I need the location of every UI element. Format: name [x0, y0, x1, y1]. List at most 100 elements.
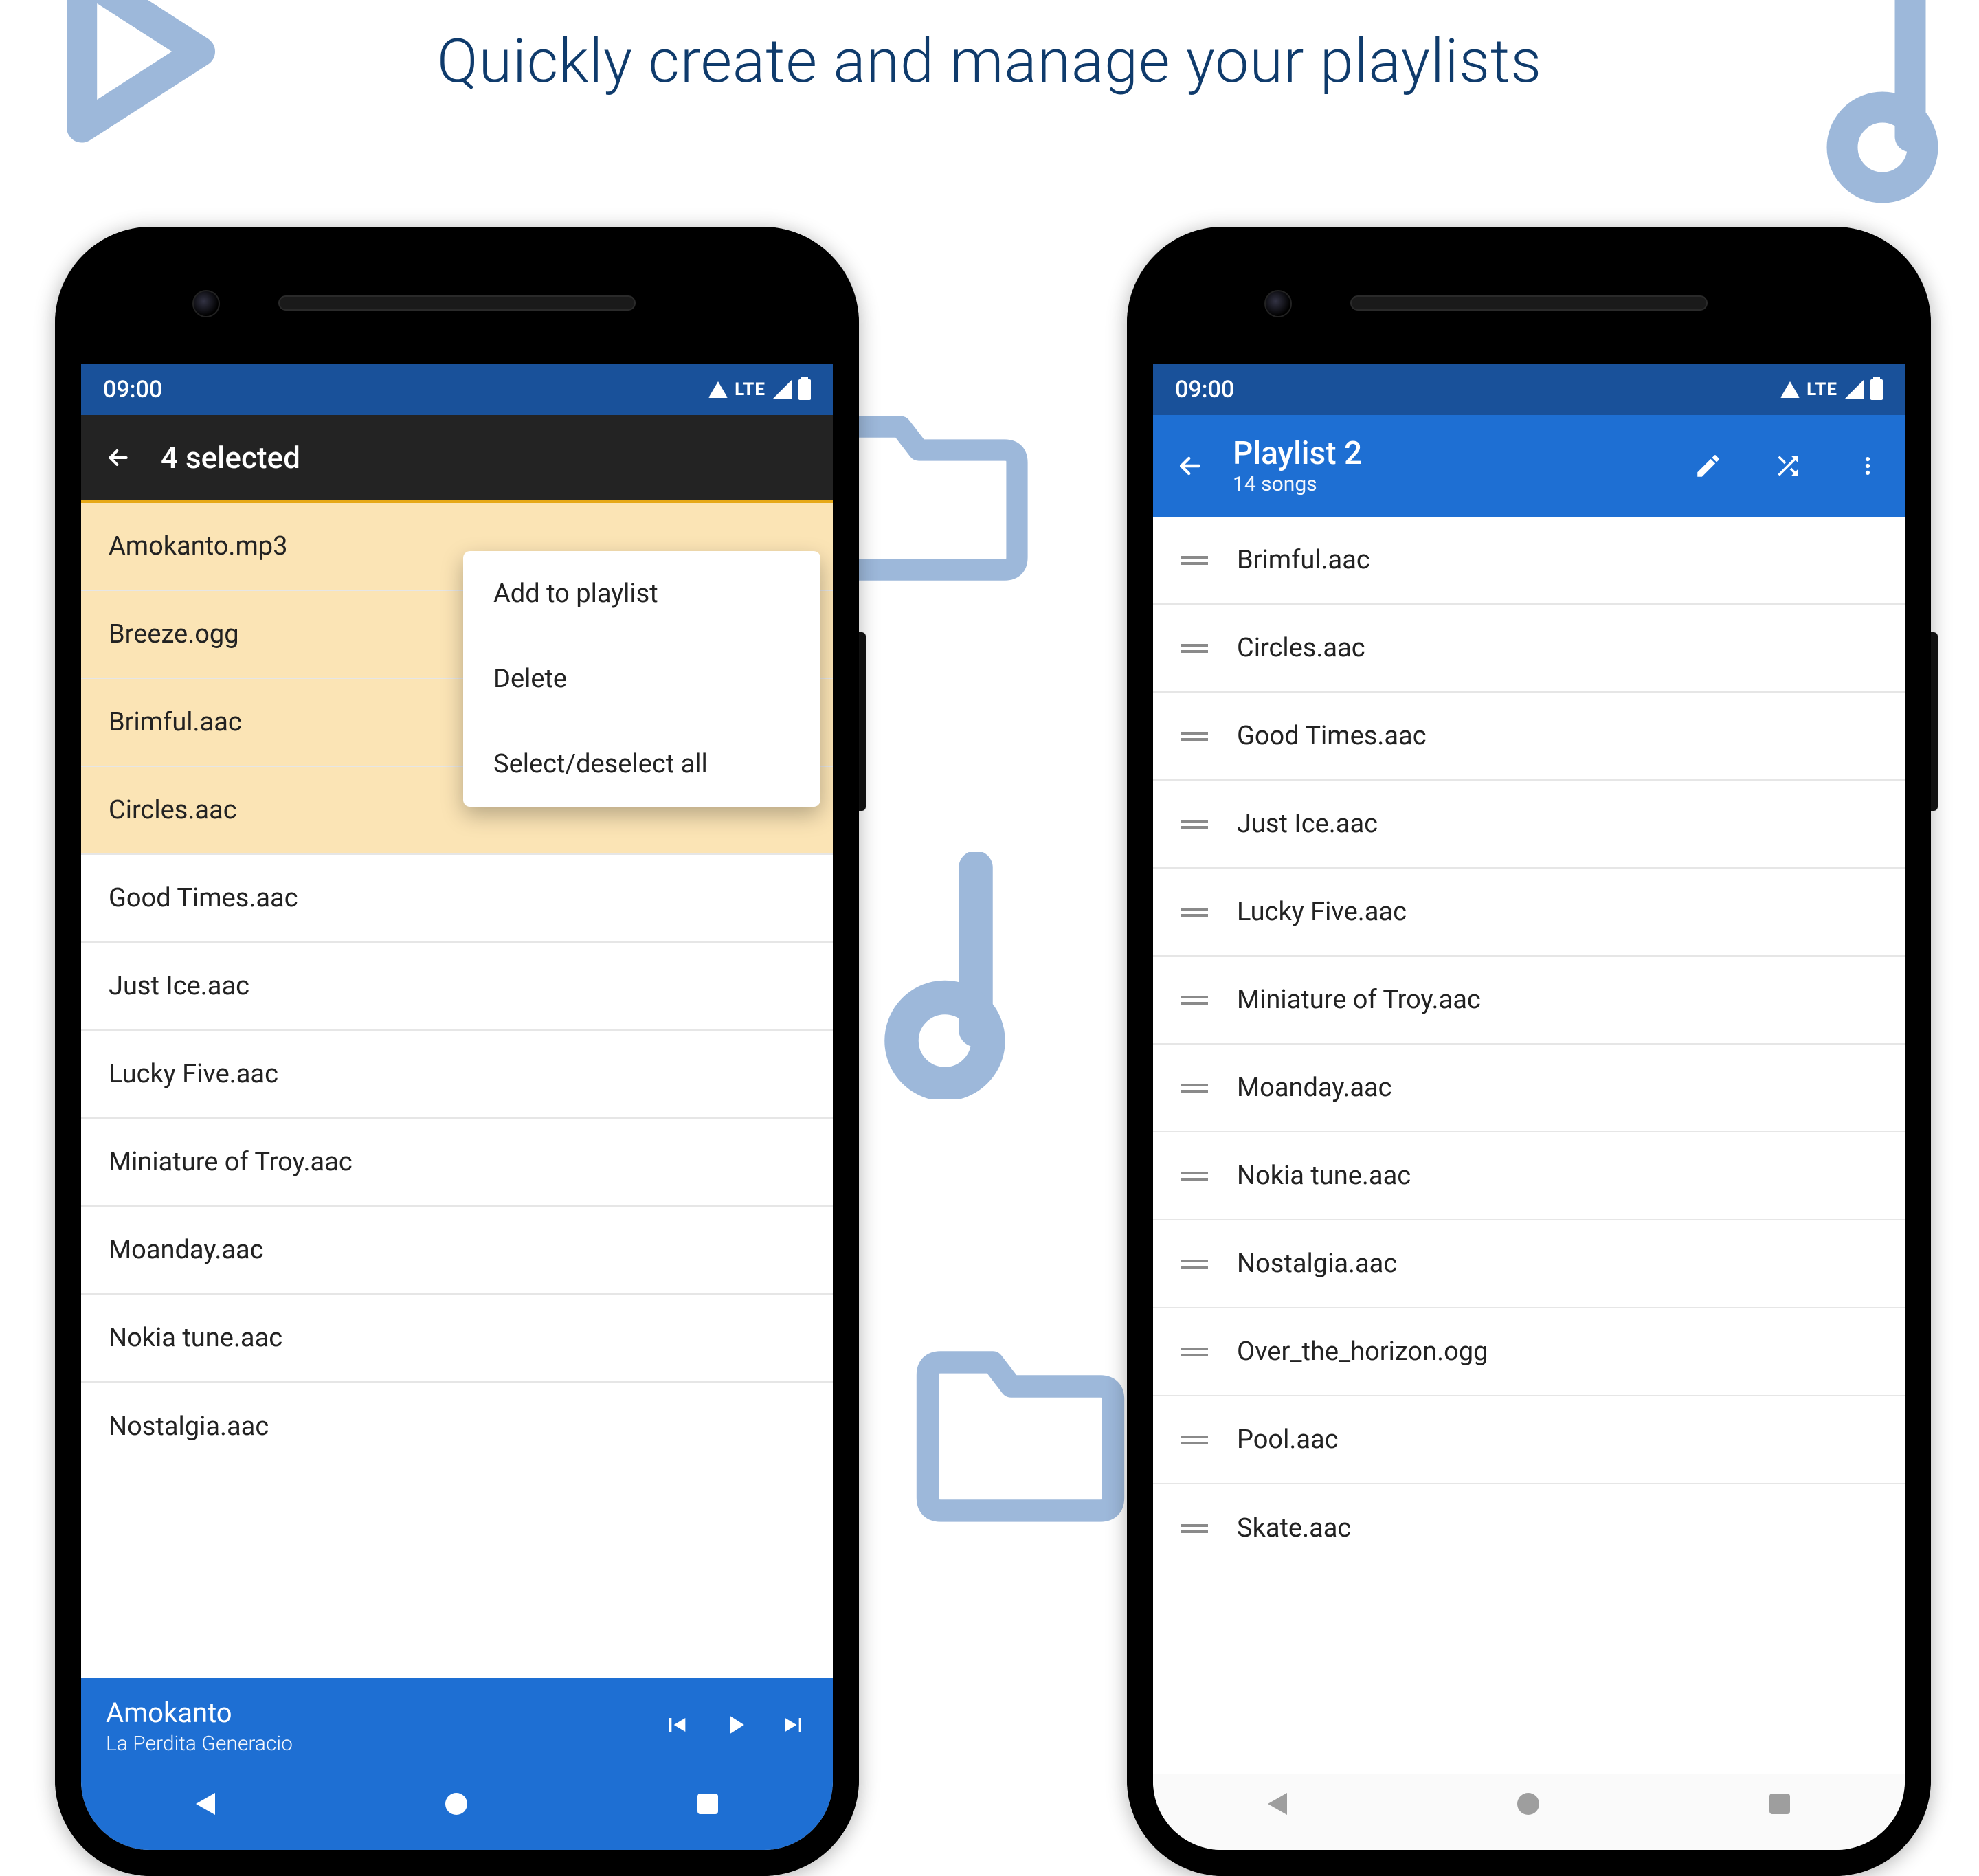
speaker-slot: [1350, 295, 1708, 311]
android-nav-bar: [81, 1774, 833, 1850]
screen-left: 09:00 LTE 4 selected Amokanto.mp3Breeze.…: [81, 364, 833, 1850]
drag-handle-icon[interactable]: [1181, 1080, 1208, 1096]
track-name: Circles.aac: [109, 795, 237, 825]
track-name: Miniature of Troy.aac: [109, 1147, 353, 1177]
network-label: LTE: [1807, 379, 1837, 400]
playlist-app-bar: Playlist 2 14 songs: [1153, 415, 1905, 517]
list-item[interactable]: Lucky Five.aac: [81, 1031, 833, 1119]
playlist-subtitle: 14 songs: [1233, 472, 1362, 496]
drag-handle-icon[interactable]: [1181, 728, 1208, 744]
drag-handle-icon[interactable]: [1181, 992, 1208, 1008]
list-item[interactable]: Good Times.aac: [81, 855, 833, 943]
list-item[interactable]: Brimful.aac: [1153, 517, 1905, 605]
prev-button[interactable]: [662, 1711, 690, 1741]
drag-handle-icon[interactable]: [1181, 1432, 1208, 1448]
nav-home-icon[interactable]: [445, 1793, 467, 1815]
track-name: Skate.aac: [1237, 1513, 1351, 1543]
music-note-icon: [866, 852, 1024, 1099]
status-time: 09:00: [103, 376, 162, 403]
status-time: 09:00: [1175, 376, 1234, 403]
status-bar: 09:00 LTE: [1153, 364, 1905, 415]
track-name: Good Times.aac: [1237, 721, 1427, 751]
drag-handle-icon[interactable]: [1181, 904, 1208, 920]
list-item[interactable]: Just Ice.aac: [1153, 781, 1905, 869]
screen-right: 09:00 LTE Playlist 2 14 songs: [1153, 364, 1905, 1850]
playlist-title: Playlist 2: [1233, 436, 1362, 472]
selection-count: 4 selected: [161, 440, 300, 476]
promo-tagline: Quickly create and manage your playlists: [0, 26, 1979, 97]
shuffle-button[interactable]: [1770, 448, 1806, 484]
network-label: LTE: [735, 379, 765, 400]
drag-handle-icon[interactable]: [1181, 1256, 1208, 1272]
nav-home-icon[interactable]: [1517, 1793, 1539, 1815]
drag-handle-icon[interactable]: [1181, 640, 1208, 656]
track-name: Nostalgia.aac: [109, 1411, 269, 1442]
track-name: Just Ice.aac: [109, 971, 249, 1001]
speaker-slot: [278, 295, 636, 311]
track-name: Miniature of Troy.aac: [1237, 985, 1481, 1015]
list-item[interactable]: Pool.aac: [1153, 1396, 1905, 1484]
list-item[interactable]: Moanday.aac: [81, 1207, 833, 1295]
track-name: Good Times.aac: [109, 883, 298, 913]
drag-handle-icon[interactable]: [1181, 816, 1208, 832]
back-button[interactable]: [1172, 448, 1208, 484]
track-name: Pool.aac: [1237, 1425, 1339, 1455]
list-item[interactable]: Circles.aac: [1153, 605, 1905, 693]
list-item[interactable]: Lucky Five.aac: [1153, 869, 1905, 957]
list-item[interactable]: Good Times.aac: [1153, 693, 1905, 781]
list-item[interactable]: Just Ice.aac: [81, 943, 833, 1031]
drag-handle-icon[interactable]: [1181, 552, 1208, 568]
wifi-icon: [708, 381, 728, 398]
track-name: Over_the_horizon.ogg: [1237, 1337, 1488, 1367]
track-name: Nokia tune.aac: [109, 1323, 282, 1353]
list-item[interactable]: Nokia tune.aac: [1153, 1132, 1905, 1220]
track-name: Brimful.aac: [1237, 545, 1370, 575]
track-name: Lucky Five.aac: [109, 1059, 278, 1089]
edit-button[interactable]: [1690, 448, 1726, 484]
menu-select-deselect-all[interactable]: Select/deselect all: [463, 722, 820, 807]
device-frame-left: 09:00 LTE 4 selected Amokanto.mp3Breeze.…: [55, 227, 859, 1876]
list-item[interactable]: Miniature of Troy.aac: [1153, 957, 1905, 1045]
drag-handle-icon[interactable]: [1181, 1168, 1208, 1184]
list-item[interactable]: Nostalgia.aac: [81, 1383, 833, 1471]
track-name: Circles.aac: [1237, 633, 1365, 663]
drag-handle-icon[interactable]: [1181, 1344, 1208, 1360]
selection-app-bar: 4 selected: [81, 415, 833, 503]
list-item[interactable]: Miniature of Troy.aac: [81, 1119, 833, 1207]
play-button[interactable]: [720, 1710, 750, 1743]
track-name: Moanday.aac: [1237, 1073, 1392, 1103]
track-name: Brimful.aac: [109, 707, 242, 737]
menu-delete[interactable]: Delete: [463, 636, 820, 722]
overflow-button[interactable]: [1850, 448, 1886, 484]
android-nav-bar: [1153, 1774, 1905, 1850]
now-playing-title: Amokanto: [106, 1697, 662, 1729]
nav-recent-icon[interactable]: [697, 1794, 718, 1814]
back-button[interactable]: [100, 440, 136, 476]
list-item[interactable]: Skate.aac: [1153, 1484, 1905, 1572]
list-item[interactable]: Over_the_horizon.ogg: [1153, 1308, 1905, 1396]
list-item[interactable]: Nostalgia.aac: [1153, 1220, 1905, 1308]
nav-back-icon[interactable]: [196, 1793, 215, 1815]
track-name: Lucky Five.aac: [1237, 897, 1407, 927]
menu-add-to-playlist[interactable]: Add to playlist: [463, 551, 820, 636]
now-playing-artist: La Perdita Generacio: [106, 1732, 662, 1756]
list-item[interactable]: Nokia tune.aac: [81, 1295, 833, 1383]
track-name: Just Ice.aac: [1237, 809, 1378, 839]
front-camera: [192, 290, 220, 317]
signal-icon: [1844, 380, 1864, 399]
device-frame-right: 09:00 LTE Playlist 2 14 songs: [1127, 227, 1931, 1876]
nav-recent-icon[interactable]: [1769, 1794, 1790, 1814]
now-playing-bar[interactable]: Amokanto La Perdita Generacio: [81, 1678, 833, 1774]
signal-icon: [772, 380, 792, 399]
battery-icon: [798, 379, 811, 400]
nav-back-icon[interactable]: [1268, 1793, 1287, 1815]
playlist-track-list[interactable]: Brimful.aac Circles.aac Good Times.aac Just…: [1153, 517, 1905, 1774]
track-name: Nostalgia.aac: [1237, 1249, 1397, 1279]
front-camera: [1264, 290, 1292, 317]
next-button[interactable]: [781, 1711, 808, 1741]
drag-handle-icon[interactable]: [1181, 1521, 1208, 1537]
list-item[interactable]: Moanday.aac: [1153, 1045, 1905, 1132]
track-name: Moanday.aac: [109, 1235, 264, 1265]
wifi-icon: [1780, 381, 1800, 398]
track-name: Amokanto.mp3: [109, 531, 287, 561]
